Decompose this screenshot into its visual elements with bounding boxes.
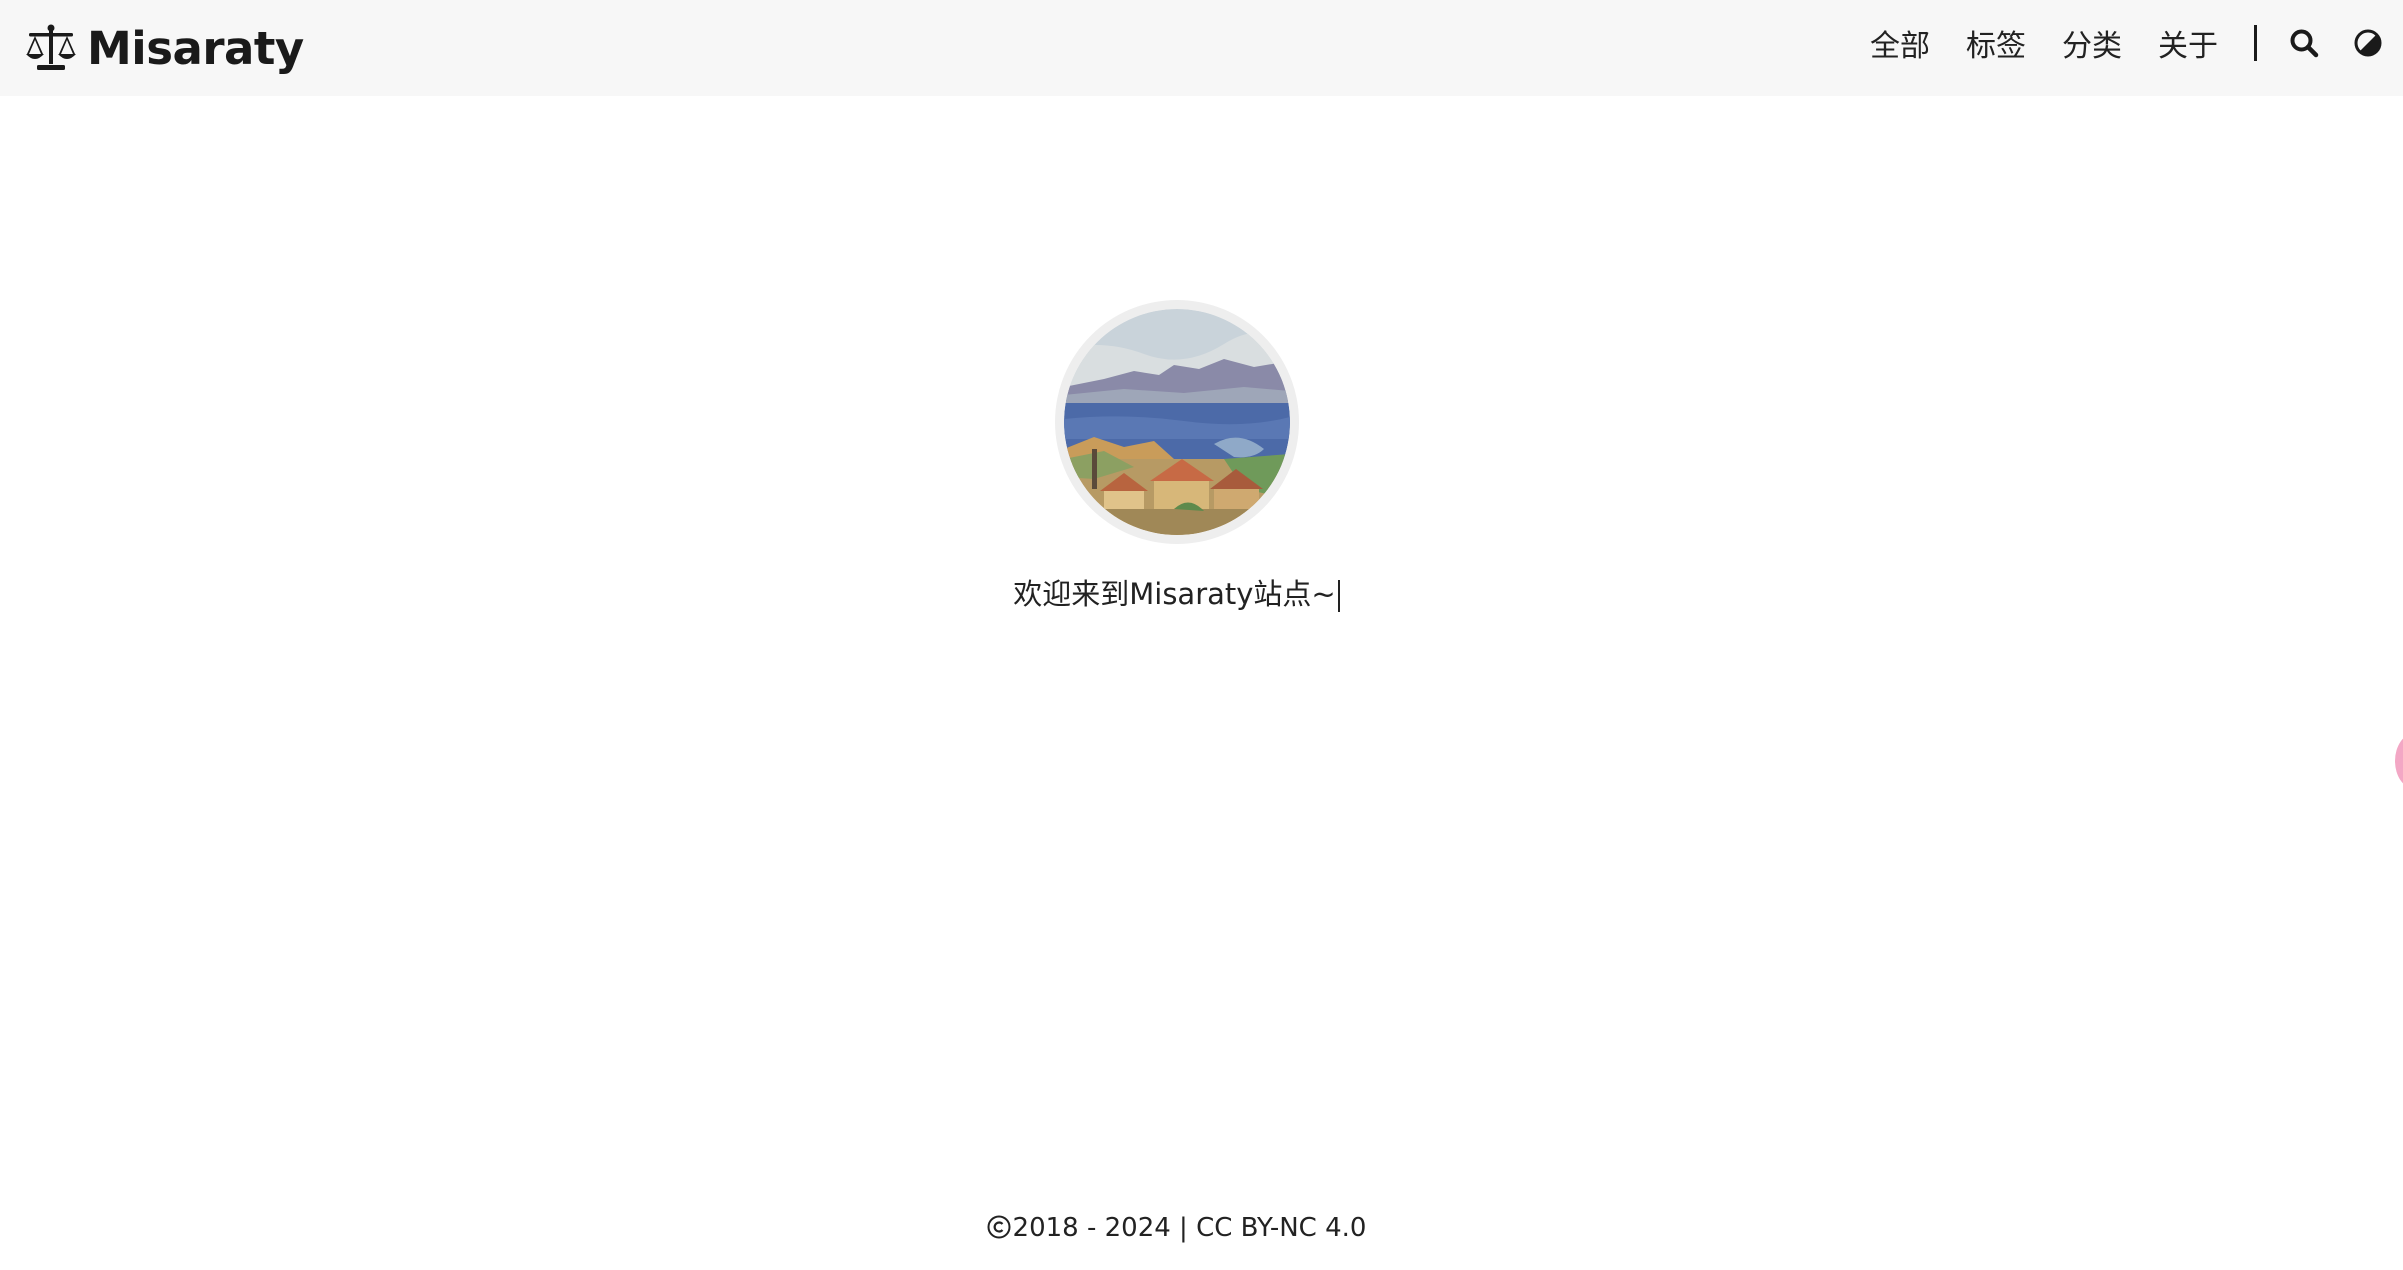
site-brand-link[interactable]: Misaraty (25, 18, 304, 78)
footer-text: 2018 - 2024 | CC BY-NC 4.0 (1012, 1213, 1367, 1243)
side-floating-widget[interactable] (2395, 733, 2403, 789)
welcome-message: 欢迎来到Misaraty站点~ (0, 574, 2353, 614)
nav-item-all[interactable]: 全部 (1870, 21, 1930, 65)
typing-caret (1337, 580, 1340, 612)
nav-item-tags[interactable]: 标签 (1966, 21, 2026, 65)
theme-toggle-icon[interactable] (2353, 28, 2383, 58)
copyright-icon (987, 1215, 1011, 1239)
main-nav: 全部 标签 分类 关于 (1870, 0, 2403, 86)
nav-item-categories[interactable]: 分类 (2062, 21, 2122, 65)
top-navigation-bar: Misaraty 全部 标签 分类 关于 (0, 0, 2403, 96)
site-title: Misaraty (87, 21, 304, 75)
balance-scale-icon (25, 24, 77, 72)
nav-item-about[interactable]: 关于 (2158, 21, 2218, 65)
welcome-text: 欢迎来到Misaraty站点~ (1013, 577, 1336, 611)
hero-section: 欢迎来到Misaraty站点~ (0, 300, 2353, 614)
site-footer: 2018 - 2024 | CC BY-NC 4.0 (0, 1213, 2353, 1243)
avatar[interactable] (1054, 300, 1299, 544)
avatar-landscape-painting (1063, 309, 1290, 535)
nav-divider (2254, 25, 2257, 61)
search-icon[interactable] (2289, 28, 2319, 58)
